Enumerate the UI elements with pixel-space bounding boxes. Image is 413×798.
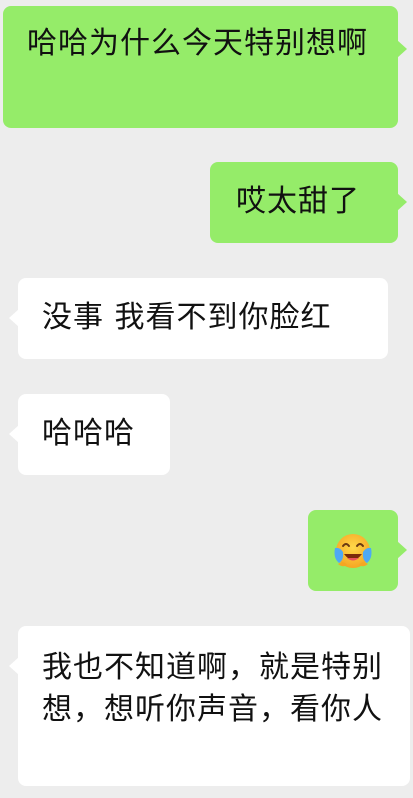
message-bubble-received[interactable]: 我也不知道啊，就是特别想，想听你声音，看你人 — [9, 626, 410, 786]
bubble-tail — [397, 40, 407, 58]
message-text: 哈哈哈 — [42, 416, 135, 451]
bubble-tail — [9, 425, 19, 443]
message-text: 哎太甜了 — [236, 184, 360, 219]
bubble-tail — [9, 657, 19, 675]
message-bubble-sent[interactable]: 哈哈为什么今天特别想啊 — [3, 6, 407, 128]
message-bubble-received[interactable]: 没事 我看不到你脸红 — [9, 278, 388, 359]
message-bubble-sent[interactable]: 哎太甜了 — [210, 162, 407, 243]
loudly-crying-laughing-emoji-icon — [334, 534, 372, 568]
bubble-tail — [397, 193, 407, 211]
message-text: 没事 我看不到你脸红 — [42, 300, 332, 335]
message-bubble-received[interactable]: 哈哈哈 — [9, 394, 170, 475]
message-text: 我也不知道啊，就是特别想，想听你声音，看你人 — [42, 650, 383, 727]
bubble-tail — [9, 309, 19, 327]
message-bubble-sent[interactable] — [308, 510, 407, 591]
bubble-tail — [397, 541, 407, 559]
message-text: 哈哈为什么今天特别想啊 — [27, 26, 368, 61]
